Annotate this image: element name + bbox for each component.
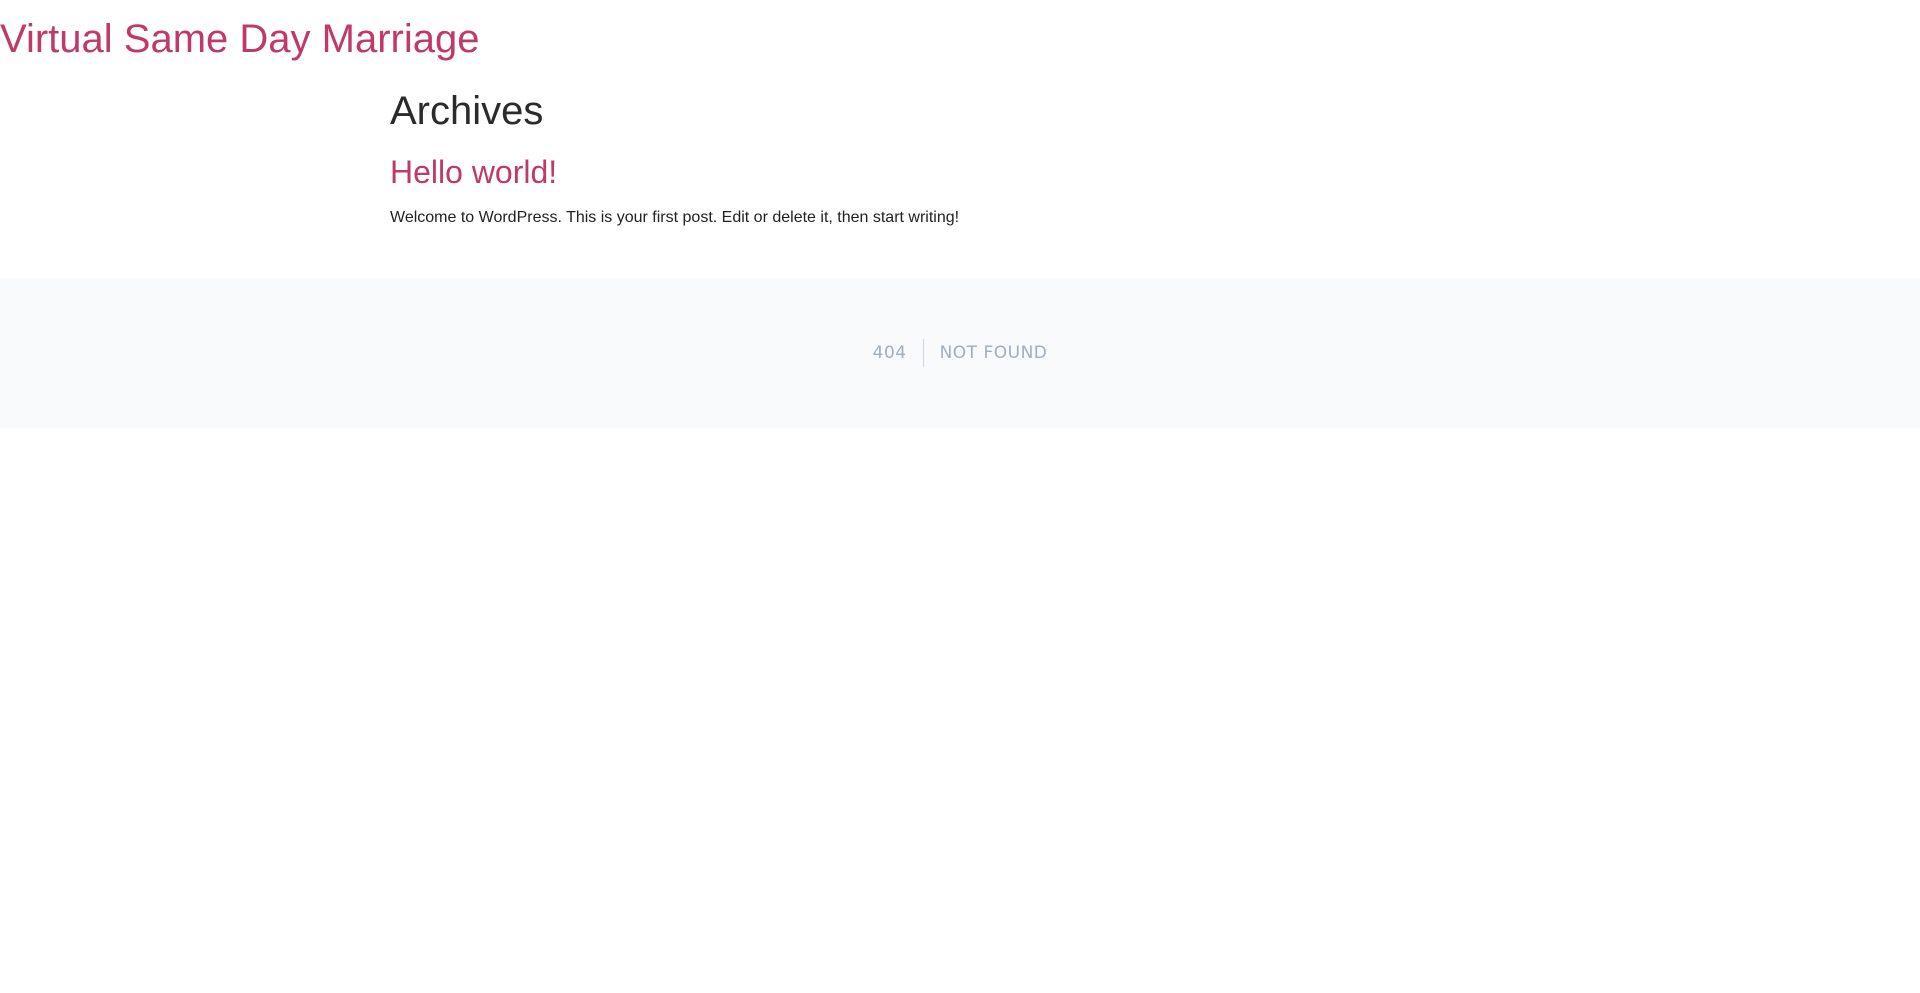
post-excerpt: Welcome to WordPress. This is your first… (390, 209, 960, 226)
archive-heading: Archives (390, 89, 544, 133)
error-section: 404 NOT FOUND (0, 278, 1920, 428)
site-title-link[interactable]: Virtual Same Day Marriage (0, 14, 479, 64)
error-code: 404 (873, 339, 924, 367)
post-title-link[interactable]: Hello world! (390, 152, 557, 192)
error-container: 404 NOT FOUND (0, 278, 1920, 428)
site-header: Virtual Same Day Marriage (0, 14, 479, 64)
error-message: NOT FOUND (939, 343, 1048, 363)
main-content: Archives Hello world! Welcome to WordPre… (390, 86, 1530, 226)
